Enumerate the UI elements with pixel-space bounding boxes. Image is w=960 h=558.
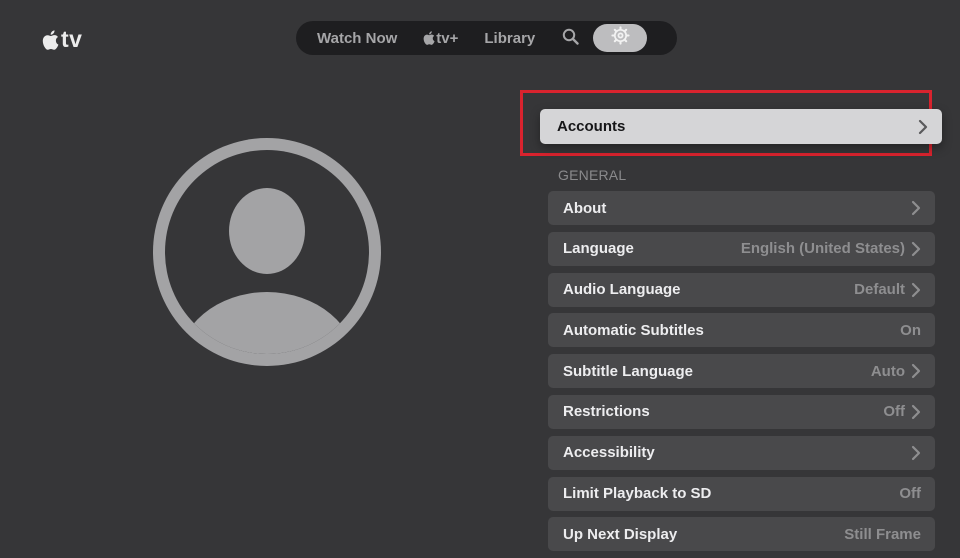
row-right xyxy=(905,445,921,461)
settings-row-automatic-subtitles[interactable]: Automatic Subtitles On xyxy=(548,313,935,348)
top-navigation: Watch Now tv+ Library xyxy=(296,21,677,55)
row-right xyxy=(905,200,921,216)
gear-icon xyxy=(611,26,630,50)
row-right: Auto xyxy=(871,363,921,380)
row-label: Up Next Display xyxy=(563,525,678,543)
general-section-header: GENERAL xyxy=(558,167,627,183)
row-value: Default xyxy=(854,281,905,299)
settings-row-restrictions[interactable]: Restrictions Off xyxy=(548,394,935,429)
row-label: Limit Playback to SD xyxy=(563,485,712,503)
nav-library[interactable]: Library xyxy=(471,21,548,55)
avatar-body xyxy=(177,292,357,354)
chevron-right-icon xyxy=(911,363,921,379)
accounts-label: Accounts xyxy=(557,118,626,135)
logo-text: tv xyxy=(61,26,83,52)
settings-row-about[interactable]: About xyxy=(548,191,935,225)
settings-row-accessibility[interactable]: Accessibility xyxy=(548,435,935,470)
avatar-head xyxy=(229,188,305,274)
row-value: Off xyxy=(883,403,905,421)
settings-row-limit-playback[interactable]: Limit Playback to SD Off xyxy=(548,476,935,511)
apple-tv-logo: tv xyxy=(42,26,82,53)
row-value: Still Frame xyxy=(844,525,921,543)
search-icon xyxy=(562,28,579,49)
row-label: Audio Language xyxy=(563,281,681,299)
row-right: Off xyxy=(899,485,921,502)
row-value: Auto xyxy=(870,362,905,380)
row-label: Restrictions xyxy=(563,403,650,421)
avatar-inner xyxy=(165,150,369,354)
row-right: On xyxy=(900,322,921,339)
nav-watch-now[interactable]: Watch Now xyxy=(304,21,410,55)
accounts-row[interactable]: Accounts xyxy=(540,109,942,144)
row-value: Off xyxy=(899,485,921,503)
row-label: Automatic Subtitles xyxy=(563,321,704,339)
chevron-right-icon xyxy=(911,282,921,298)
row-right: Still Frame xyxy=(844,526,921,543)
apple-logo-icon xyxy=(423,31,435,45)
row-label: Accessibility xyxy=(563,444,655,462)
row-right: English (United States) xyxy=(741,240,921,257)
row-value: On xyxy=(900,321,921,339)
settings-row-subtitle-language[interactable]: Subtitle Language Auto xyxy=(548,354,935,389)
chevron-right-icon xyxy=(911,241,921,257)
row-right: Default xyxy=(854,281,921,298)
user-avatar-icon xyxy=(153,138,381,366)
chevron-right-icon xyxy=(911,200,921,216)
settings-row-audio-language[interactable]: Audio Language Default xyxy=(548,272,935,307)
nav-search[interactable] xyxy=(548,21,591,55)
row-label: About xyxy=(563,199,607,217)
chevron-right-icon xyxy=(911,445,921,461)
row-right: Off xyxy=(883,403,921,420)
nav-settings[interactable] xyxy=(593,24,648,52)
apple-logo-icon xyxy=(42,29,59,50)
general-settings-list: About Language English (United States) A… xyxy=(548,191,935,558)
chevron-right-icon xyxy=(911,404,921,420)
row-label: Language xyxy=(563,240,634,258)
nav-apple-tv-plus-label: tv+ xyxy=(436,29,459,47)
nav-apple-tv-plus[interactable]: tv+ xyxy=(410,21,471,55)
settings-row-up-next-display[interactable]: Up Next Display Still Frame xyxy=(548,517,935,552)
row-value: English (United States) xyxy=(740,240,905,258)
settings-row-language[interactable]: Language English (United States) xyxy=(548,231,935,266)
row-label: Subtitle Language xyxy=(563,362,694,380)
chevron-right-icon xyxy=(918,119,928,135)
